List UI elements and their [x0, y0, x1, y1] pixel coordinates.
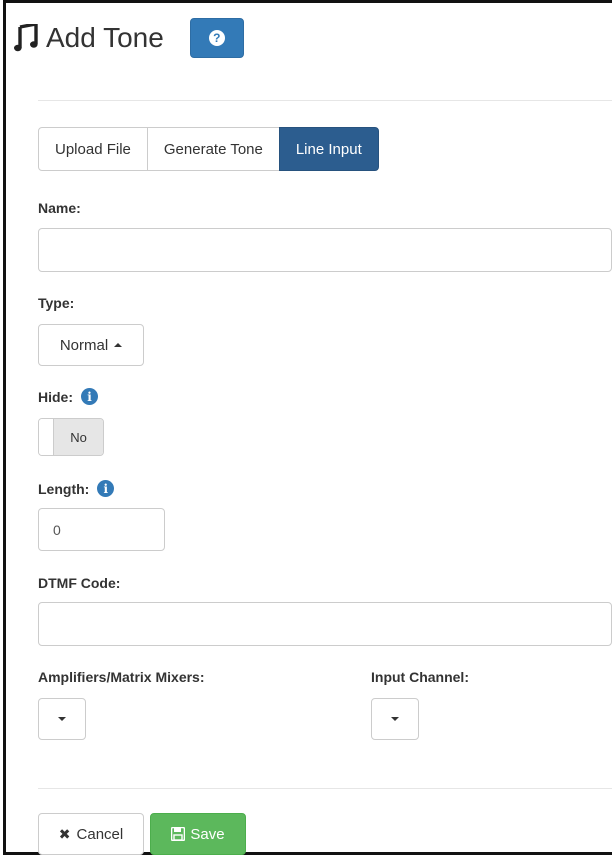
input-channel-label: Input Channel: [371, 669, 469, 685]
close-icon: ✖ [58, 825, 71, 842]
type-label: Type: [38, 295, 75, 311]
length-label: Length: [38, 480, 90, 497]
header-divider [38, 100, 612, 101]
page-title: Add Tone [46, 22, 164, 53]
help-button[interactable]: ? [189, 18, 244, 58]
dtmf-input[interactable] [38, 602, 612, 646]
floppy-disk-icon [171, 827, 186, 841]
caret-down-icon [58, 717, 66, 721]
info-icon[interactable]: i [97, 480, 115, 497]
save-button[interactable]: Save [150, 813, 246, 855]
tab-generate-tone[interactable]: Generate Tone [146, 127, 280, 171]
dtmf-label: DTMF Code: [38, 575, 121, 591]
caret-up-icon [114, 343, 123, 347]
amplifiers-dropdown[interactable] [38, 698, 86, 740]
tab-line-input[interactable]: Line Input [278, 127, 379, 171]
length-input[interactable] [38, 508, 165, 551]
cancel-label: Cancel [76, 825, 124, 843]
type-selected-value: Normal [59, 336, 109, 354]
amplifiers-label: Amplifiers/Matrix Mixers: [38, 669, 205, 685]
cancel-button[interactable]: ✖ Cancel [38, 813, 144, 855]
length-label-row: Length: i [38, 480, 115, 497]
info-icon[interactable]: i [81, 388, 98, 405]
name-input[interactable] [38, 228, 612, 272]
save-label: Save [190, 825, 225, 843]
question-icon: ? [208, 30, 225, 46]
toggle-handle [39, 419, 54, 455]
toggle-state: No [54, 419, 103, 455]
type-dropdown[interactable]: Normal [38, 324, 144, 366]
caret-down-icon [391, 717, 399, 721]
name-label: Name: [38, 200, 81, 216]
music-note-icon [14, 24, 38, 52]
source-tabs: Upload File Generate Tone Line Input [38, 127, 379, 171]
input-channel-dropdown[interactable] [371, 698, 419, 740]
tab-upload-file[interactable]: Upload File [38, 127, 148, 171]
page-header: Add Tone ? [14, 18, 244, 58]
hide-label-row: Hide: i [38, 388, 98, 405]
footer-divider [38, 788, 612, 789]
hide-label: Hide: [38, 388, 73, 405]
hide-toggle[interactable]: No [38, 418, 104, 456]
